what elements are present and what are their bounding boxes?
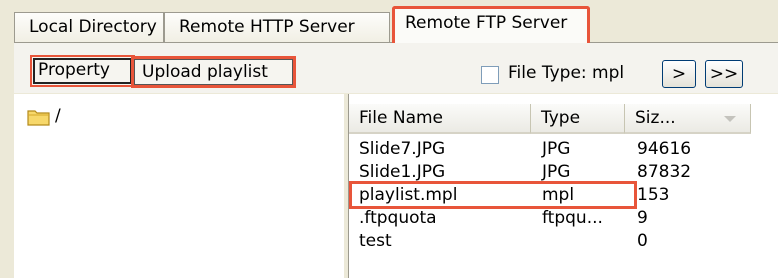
tree-node-root-label: /: [55, 106, 61, 126]
file-name-cell: playlist.mpl: [359, 185, 458, 205]
file-name-cell: test: [359, 231, 392, 251]
tab-local-directory[interactable]: Local Directory: [14, 12, 164, 42]
tab-remote-ftp-server-label: Remote FTP Server: [405, 13, 568, 33]
tab-remote-http-server-label: Remote HTTP Server: [179, 17, 355, 37]
file-type-checkbox[interactable]: [481, 66, 499, 84]
column-header-file-name-label: File Name: [359, 108, 444, 128]
upload-playlist-button[interactable]: Upload playlist: [131, 56, 296, 88]
sort-arrow-icon: [724, 116, 736, 122]
last-button[interactable]: >>: [705, 60, 743, 88]
table-row[interactable]: .ftpquota ftpqu... 9: [349, 207, 778, 230]
file-size-cell: 153: [637, 185, 670, 205]
folder-icon: [27, 110, 50, 126]
file-size-cell: 87832: [637, 162, 692, 182]
directory-tree[interactable]: /: [14, 94, 344, 278]
column-header-file-name[interactable]: File Name: [349, 104, 531, 134]
column-header-size[interactable]: Siz...: [625, 104, 751, 134]
file-type-cell: JPG: [542, 162, 571, 182]
table-row[interactable]: playlist.mpl mpl 153: [349, 181, 778, 209]
tab-remote-http-server[interactable]: Remote HTTP Server: [164, 12, 390, 42]
tab-local-directory-label: Local Directory: [29, 17, 157, 37]
upload-playlist-button-label: Upload playlist: [142, 62, 268, 82]
table-row[interactable]: Slide7.JPG JPG 94616: [349, 138, 778, 161]
last-button-label: >>: [709, 64, 739, 84]
file-type-label: File Type: mpl: [508, 63, 625, 83]
file-type-cell: JPG: [542, 139, 571, 159]
file-name-cell: Slide7.JPG: [359, 139, 446, 159]
column-header-type-label: Type: [541, 108, 581, 128]
property-button[interactable]: Property: [30, 55, 135, 87]
tab-remote-ftp-server[interactable]: Remote FTP Server: [392, 6, 590, 43]
next-button-label: >: [671, 64, 687, 84]
file-type-cell: mpl: [542, 185, 575, 205]
tab-strip: Local Directory Remote HTTP Server Remot…: [14, 0, 778, 43]
file-size-cell: 0: [637, 231, 648, 251]
table-row[interactable]: Slide1.JPG JPG 87832: [349, 161, 778, 184]
file-type-cell: ftpqu...: [542, 208, 603, 228]
column-header-type[interactable]: Type: [531, 104, 625, 134]
file-size-cell: 9: [637, 208, 648, 228]
next-button[interactable]: >: [662, 60, 696, 88]
file-name-cell: .ftpquota: [359, 208, 437, 228]
table-row[interactable]: test 0: [349, 230, 778, 253]
file-name-cell: Slide1.JPG: [359, 162, 446, 182]
file-size-cell: 94616: [637, 139, 692, 159]
file-list: File Name Type Siz... Slide7.JPG JPG 946…: [348, 94, 778, 278]
column-header-size-label: Siz...: [635, 108, 676, 128]
property-button-label: Property: [38, 60, 110, 80]
